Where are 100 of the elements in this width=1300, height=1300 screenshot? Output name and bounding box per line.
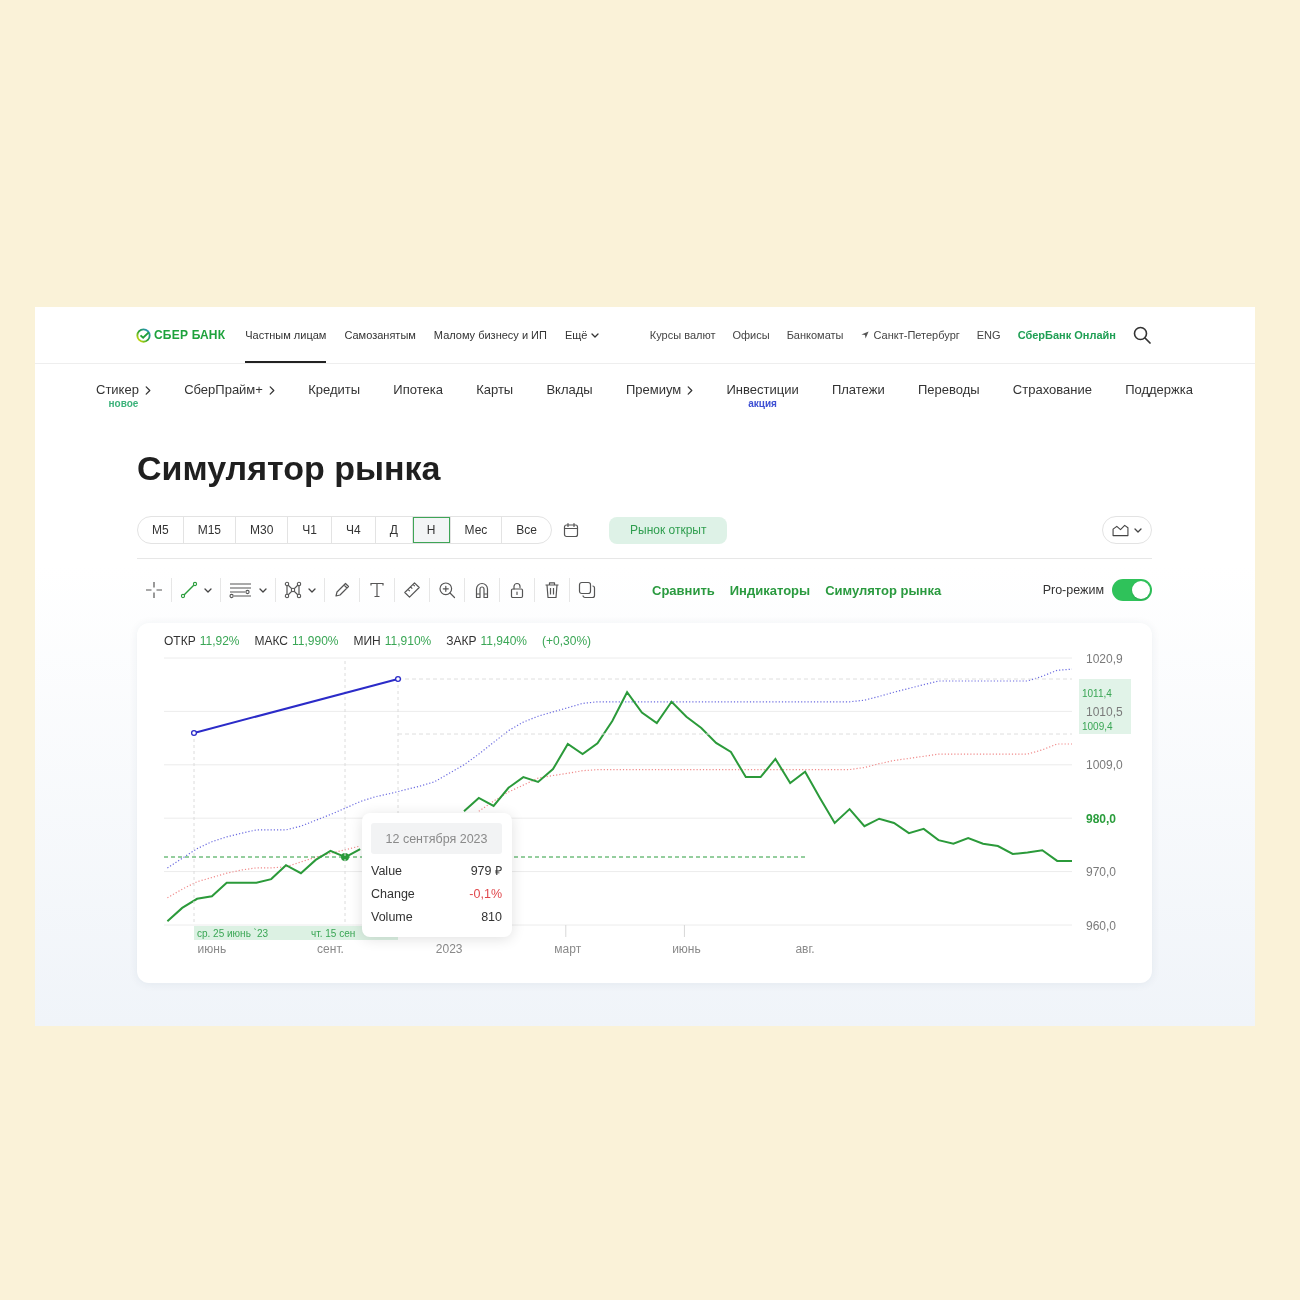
menu-link[interactable]: Вклады: [546, 382, 593, 398]
price-range-highlight: [1079, 679, 1131, 734]
nav-link[interactable]: Банкоматы: [786, 329, 844, 341]
caret-icon[interactable]: [591, 332, 600, 338]
zoom-in-icon[interactable]: [438, 581, 456, 599]
tooltip-label: Change: [371, 886, 415, 901]
nav-tab[interactable]: Ещё: [564, 307, 600, 363]
chevron-icon[interactable]: [144, 385, 151, 395]
menu-note-label: новое: [108, 398, 139, 410]
timeframe-tab[interactable]: М5: [138, 517, 183, 543]
menu-link[interactable]: Ипотека: [393, 382, 443, 398]
chart-link[interactable]: Индикаторы: [729, 582, 811, 598]
stat-label: МИН: [353, 633, 381, 649]
menu-link[interactable]: Стикер: [96, 382, 151, 398]
axis-label: июнь: [197, 941, 227, 956]
axis-label: март: [554, 941, 582, 956]
menu-link[interactable]: Платежи: [831, 382, 885, 398]
chevron-icon[interactable]: [687, 385, 694, 395]
timeframe-tab[interactable]: Д: [374, 517, 412, 543]
nav-tab[interactable]: Частным лицам: [245, 307, 327, 363]
axis-label: июнь: [672, 941, 701, 956]
page-title: Симулятор рынка: [137, 448, 441, 488]
range-bound-label: 1011,4: [1082, 687, 1112, 699]
chevron-icon[interactable]: [268, 385, 275, 395]
stat-label: ЗАКР: [446, 633, 477, 649]
date-label: ср. 25 июнь `23: [197, 927, 269, 939]
nav-tab[interactable]: Малому бизнесу и ИП: [433, 307, 547, 363]
axis-label: 1020,9: [1086, 651, 1123, 666]
search-icon[interactable]: [1133, 326, 1151, 344]
padlock-icon[interactable]: [508, 581, 526, 599]
tooltip-value: -0,1%: [469, 886, 502, 901]
calendar-icon[interactable]: [563, 522, 579, 538]
timeframe-tab[interactable]: Мес: [449, 517, 502, 543]
text-tool-icon[interactable]: [368, 581, 386, 599]
caret-icon[interactable]: [308, 587, 316, 593]
menu-link[interactable]: Страхование: [1012, 382, 1092, 398]
chart-link[interactable]: Симулятор рынка: [825, 582, 942, 598]
menu-link[interactable]: Поддержка: [1125, 382, 1193, 398]
caret-icon[interactable]: [1134, 527, 1142, 533]
nav-link[interactable]: ENG: [976, 329, 1001, 341]
menu-note-label: акция: [748, 398, 777, 410]
axis-tick: [683, 924, 685, 938]
nav-link[interactable]: Офисы: [732, 329, 770, 341]
magnet-icon[interactable]: [473, 581, 491, 599]
axis-label: авг.: [795, 941, 815, 956]
tooltip-label: Value: [371, 863, 403, 878]
crosshair-icon[interactable]: [145, 581, 163, 599]
axis-label: 1010,5: [1086, 704, 1123, 719]
chart-type-button[interactable]: [1102, 516, 1152, 544]
range-bound-label: 1009,4: [1082, 720, 1113, 732]
menu-link[interactable]: СберПрайм+: [184, 382, 275, 398]
menu-link[interactable]: Карты: [476, 382, 514, 398]
area-chart-icon: [1112, 523, 1129, 537]
menu-link[interactable]: Премиум: [625, 382, 694, 398]
caret-icon[interactable]: [204, 587, 212, 593]
pro-mode-label: Pro-режим: [1042, 583, 1104, 597]
axis-label: 1009,0: [1086, 758, 1123, 773]
stat-label: ОТКР: [164, 633, 196, 649]
stat-change: (+0,30%): [542, 633, 592, 649]
timeframe-tab[interactable]: Ч4: [331, 517, 375, 543]
current-price-label: 980,0: [1086, 811, 1117, 826]
menu-link[interactable]: Кредиты: [308, 382, 361, 398]
ruler-icon[interactable]: [403, 581, 421, 599]
chart-link[interactable]: Сравнить: [652, 582, 715, 598]
stat-value: 11,910%: [384, 633, 432, 649]
point-marker: [341, 853, 349, 861]
menu-link[interactable]: Переводы: [917, 382, 980, 398]
horizontal-lines-icon[interactable]: [229, 581, 253, 599]
menu-link[interactable]: Инвестиции: [726, 382, 799, 398]
date-label: чт. 15 сен: [311, 927, 356, 939]
market-status-badge: Рынок открыт: [609, 516, 728, 544]
tooltip-value: 979 ₽: [470, 863, 502, 879]
node-pattern-icon[interactable]: [284, 581, 302, 599]
copy-icon[interactable]: [578, 581, 596, 599]
tooltip-value: 810: [481, 909, 502, 924]
axis-label: 970,0: [1086, 865, 1117, 880]
diagonal-line-icon[interactable]: [180, 581, 198, 599]
timeframe-tab[interactable]: Все: [501, 517, 551, 543]
timeframe-tab[interactable]: М15: [182, 517, 235, 543]
stat-value: 11,92%: [199, 633, 240, 649]
tooltip-label: Volume: [371, 909, 413, 924]
axis-label: 2023: [435, 941, 463, 956]
stat-value: 11,990%: [292, 633, 339, 649]
pro-mode-toggle[interactable]: [1112, 579, 1152, 601]
timeframe-tab[interactable]: М30: [235, 517, 288, 543]
axis-label: сент.: [317, 941, 344, 956]
nav-link[interactable]: Курсы валют: [649, 329, 716, 341]
trash-icon[interactable]: [543, 581, 561, 599]
pencil-icon[interactable]: [333, 581, 351, 599]
nav-tab[interactable]: Самозанятым: [344, 307, 416, 363]
trend-line[interactable]: [190, 675, 402, 737]
caret-icon[interactable]: [259, 587, 267, 593]
stat-label: МАКС: [254, 633, 288, 649]
city-link[interactable]: Санкт-Петербург: [860, 329, 960, 341]
timeframe-tab[interactable]: Ч1: [287, 517, 332, 543]
timeframe-tab[interactable]: Н: [411, 517, 450, 543]
tooltip-date: 12 сентября 2023: [371, 823, 502, 854]
logo-icon[interactable]: [136, 327, 151, 343]
stat-value: 11,940%: [480, 633, 527, 649]
location-arrow-icon: [860, 331, 869, 339]
